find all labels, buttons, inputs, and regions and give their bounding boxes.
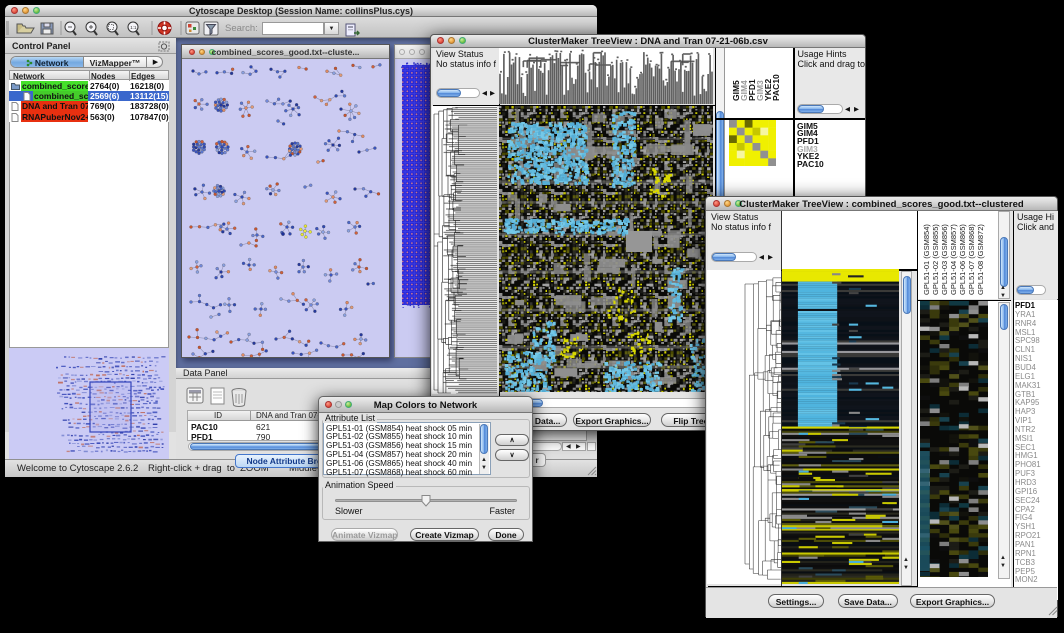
svg-text:1:1: 1:1 <box>130 25 137 30</box>
svg-text:Search:: Search: <box>225 23 258 34</box>
